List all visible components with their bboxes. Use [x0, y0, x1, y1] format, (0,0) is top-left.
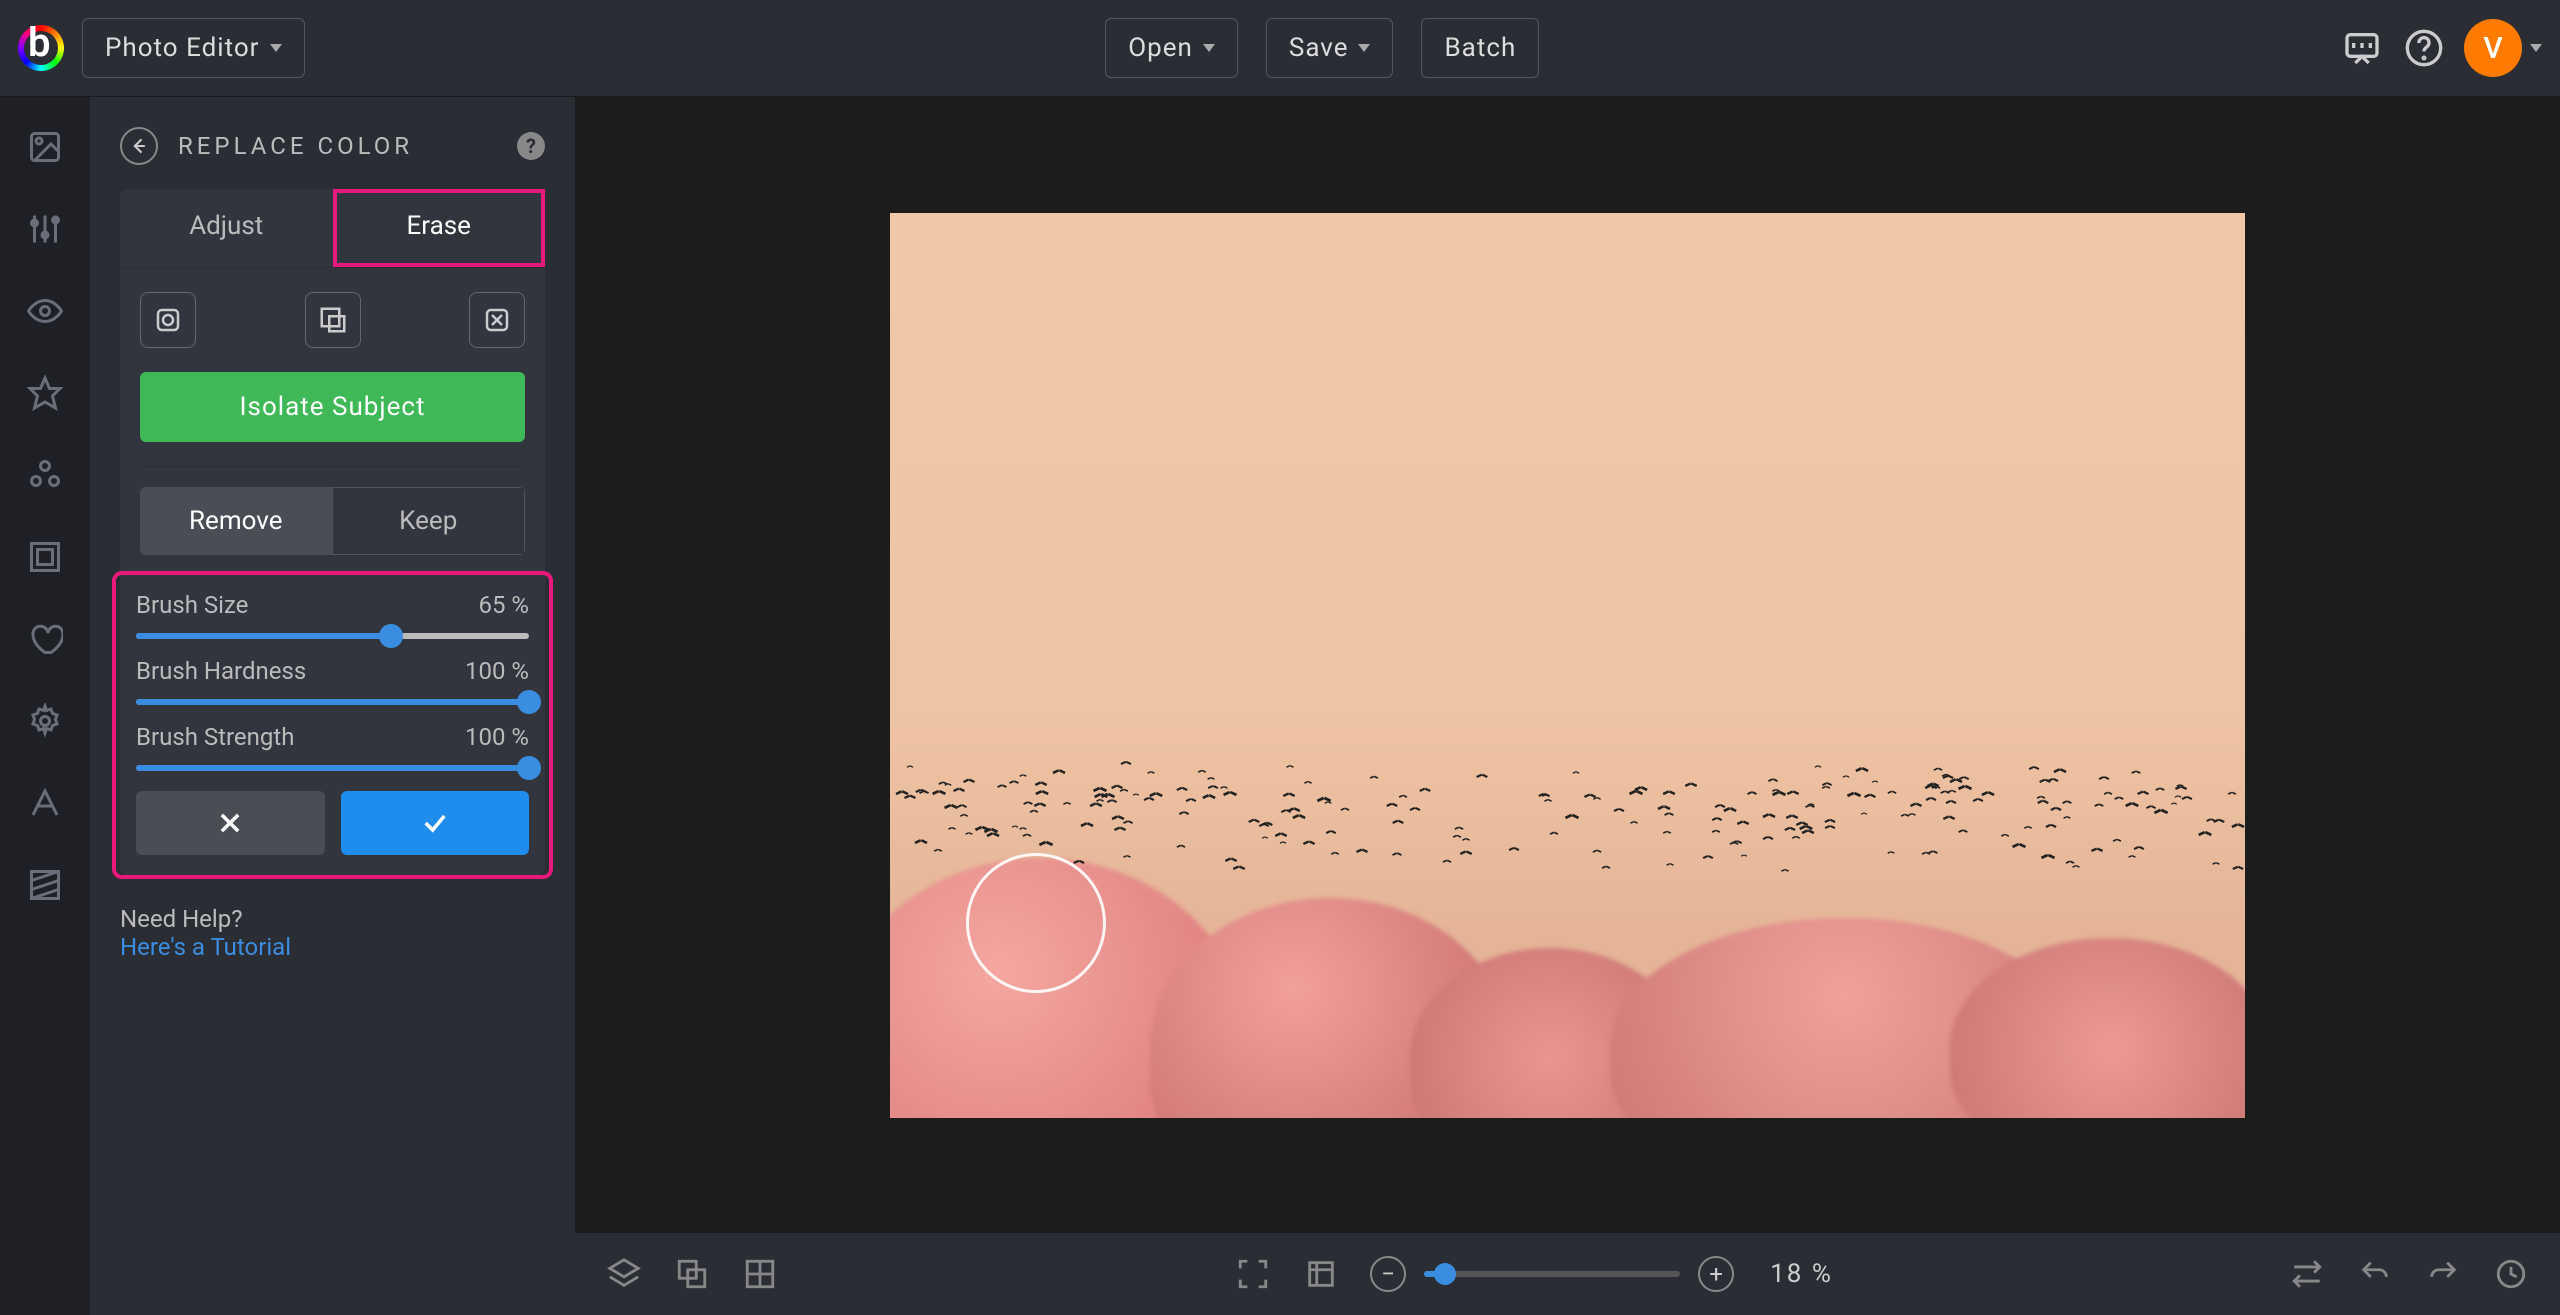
brush-size-label: Brush Size	[136, 591, 248, 619]
image-tool-icon[interactable]	[25, 127, 65, 167]
save-button[interactable]: Save	[1266, 18, 1394, 78]
chevron-down-icon[interactable]	[2530, 44, 2542, 52]
compare-icon[interactable]	[673, 1255, 711, 1293]
editor-mode-dropdown[interactable]: Photo Editor	[82, 18, 305, 78]
history-icon[interactable]	[2492, 1255, 2530, 1293]
save-label: Save	[1289, 33, 1349, 63]
brush-strength-label: Brush Strength	[136, 723, 294, 751]
remove-keep-segment: Remove Keep	[140, 487, 525, 555]
texture-icon[interactable]	[25, 865, 65, 905]
panel-help-icon[interactable]: ?	[517, 132, 545, 160]
open-button[interactable]: Open	[1105, 18, 1238, 78]
brush-hardness-slider[interactable]	[136, 699, 529, 705]
apply-button[interactable]	[341, 791, 530, 855]
chevron-down-icon	[1358, 44, 1370, 52]
grid-icon[interactable]	[741, 1255, 779, 1293]
fit-screen-icon[interactable]	[1234, 1255, 1272, 1293]
tab-erase[interactable]: Erase	[333, 189, 546, 267]
app-logo[interactable]: b	[18, 25, 64, 71]
tab-adjust[interactable]: Adjust	[120, 189, 333, 267]
brush-hardness-value: 100 %	[465, 657, 529, 685]
isolate-subject-button[interactable]: Isolate Subject	[140, 372, 525, 442]
zoom-slider[interactable]	[1424, 1271, 1680, 1277]
bottom-bar: − + 18 %	[575, 1233, 2560, 1315]
cancel-button[interactable]	[136, 791, 325, 855]
effects-icon[interactable]	[25, 455, 65, 495]
adjust-sliders-icon[interactable]	[25, 209, 65, 249]
batch-button[interactable]: Batch	[1421, 18, 1539, 78]
brush-hardness-label: Brush Hardness	[136, 657, 306, 685]
brush-strength-value: 100 %	[465, 723, 529, 751]
topbar: b Photo Editor Open Save Batch V	[0, 0, 2560, 97]
eye-icon[interactable]	[25, 291, 65, 331]
chevron-down-icon	[1203, 44, 1215, 52]
mask-tool-icon[interactable]	[305, 292, 361, 348]
zoom-out-button[interactable]: −	[1370, 1256, 1406, 1292]
avatar-initial: V	[2483, 31, 2502, 66]
help-text: Need Help? Here's a Tutorial	[120, 905, 545, 961]
segment-keep[interactable]: Keep	[332, 487, 526, 555]
left-tool-rail	[0, 97, 90, 1315]
text-icon[interactable]	[25, 783, 65, 823]
editor-mode-label: Photo Editor	[105, 33, 260, 63]
image-preview	[890, 213, 2245, 1118]
erase-tool-icon[interactable]	[469, 292, 525, 348]
batch-label: Batch	[1444, 33, 1516, 63]
undo-icon[interactable]	[2356, 1255, 2394, 1293]
open-label: Open	[1128, 33, 1193, 63]
redo-icon[interactable]	[2424, 1255, 2462, 1293]
back-button[interactable]	[120, 127, 158, 165]
before-after-icon[interactable]	[2288, 1255, 2326, 1293]
target-tool-icon[interactable]	[140, 292, 196, 348]
gear-icon[interactable]	[25, 701, 65, 741]
tutorial-link[interactable]: Here's a Tutorial	[120, 933, 291, 961]
segment-remove[interactable]: Remove	[140, 487, 332, 555]
brush-strength-slider[interactable]	[136, 765, 529, 771]
zoom-in-button[interactable]: +	[1698, 1256, 1734, 1292]
side-panel: REPLACE COLOR ? Adjust Erase Isolate Sub…	[90, 97, 575, 1315]
zoom-value: 18 %	[1770, 1259, 1833, 1289]
panel-title: REPLACE COLOR	[178, 132, 497, 160]
actual-size-icon[interactable]	[1302, 1255, 1340, 1293]
brush-size-value: 65 %	[478, 591, 529, 619]
need-help-label: Need Help?	[120, 905, 545, 933]
avatar[interactable]: V	[2464, 19, 2522, 77]
star-icon[interactable]	[25, 373, 65, 413]
chevron-down-icon	[270, 44, 282, 52]
layers-icon[interactable]	[605, 1255, 643, 1293]
feedback-icon[interactable]	[2340, 26, 2384, 70]
brush-settings-group: Brush Size 65 % Brush Hardness 100 % B	[116, 575, 549, 875]
frame-icon[interactable]	[25, 537, 65, 577]
canvas-area[interactable]	[575, 97, 2560, 1233]
help-icon[interactable]	[2402, 26, 2446, 70]
brush-size-slider[interactable]	[136, 633, 529, 639]
heart-icon[interactable]	[25, 619, 65, 659]
